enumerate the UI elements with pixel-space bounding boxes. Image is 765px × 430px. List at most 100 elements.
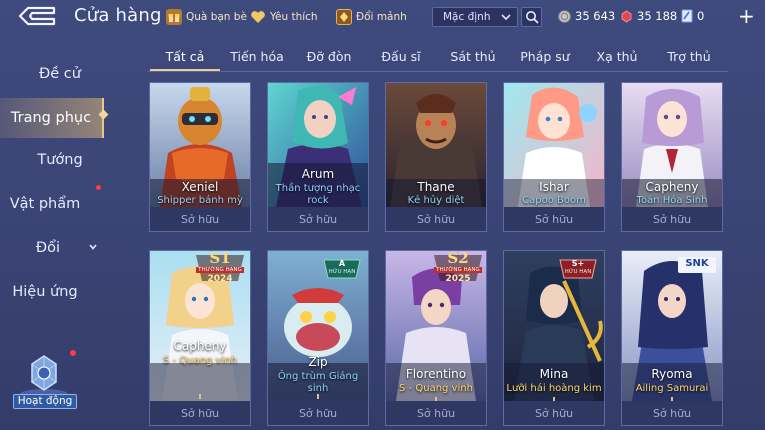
tab-support[interactable]: Trợ thủ	[656, 42, 722, 70]
owned-status: Sở hữu	[150, 207, 250, 231]
back-button[interactable]	[16, 5, 58, 27]
notification-dot	[96, 185, 101, 190]
hero-name: Capheny	[645, 180, 699, 194]
skin-name: Lưỡi hái hoàng kim	[506, 383, 602, 394]
tab-assassin[interactable]: Sát thủ	[440, 42, 506, 70]
sidebar-item-items[interactable]: Vật phẩm	[0, 185, 101, 222]
sidebar-item-label: Trang phục	[10, 110, 92, 126]
badge-title: A	[338, 259, 346, 268]
skin-name: Capoo Boom	[522, 195, 586, 206]
skin-card[interactable]: S2 THƯỜNG HẠNG 2025 Florentino S - Quang…	[385, 250, 487, 426]
exchange-label: Đổi mảnh	[356, 11, 407, 23]
sidebar-item-label: Đổi	[35, 240, 61, 256]
tabs-divider	[148, 71, 728, 72]
chevron-down-icon	[89, 244, 97, 250]
tab-marksman[interactable]: Xạ thủ	[584, 42, 650, 70]
sidebar-item-label: Đề cử	[39, 66, 81, 82]
back-arrow-icon	[18, 6, 56, 26]
badge-title: S1	[209, 250, 231, 267]
collab-badge: SNK	[678, 257, 716, 273]
owned-status: Sở hữu	[386, 401, 486, 425]
skin-name: Kẻ hủy diệt	[407, 195, 465, 206]
skin-card[interactable]: Capheny Toán Hóa Sinh Sở hữu	[621, 82, 723, 232]
gift-icon	[166, 9, 182, 25]
owned-status: Sở hữu	[622, 207, 722, 231]
top-bar: Cửa hàng Quà bạn bè Yêu thích Đổi mảnh M…	[0, 0, 765, 34]
season-rank-badge: S2 THƯỜNG HẠNG 2025	[430, 251, 486, 287]
active-tab-underline	[150, 69, 220, 71]
skin-card[interactable]: Arum Thần tượng nhạc rock Sở hữu	[267, 82, 369, 232]
gold-amount: 35 643	[575, 9, 616, 23]
friend-gift-button[interactable]: Quà bạn bè	[166, 7, 247, 27]
ruby-amount: 35 188	[637, 9, 678, 23]
activity-label: Hoạt động	[13, 394, 77, 409]
sort-value: Mặc định	[443, 11, 491, 23]
skin-card[interactable]: S+ HỮU HẠN Mina Lưỡi hái hoàng kim Sở hữ…	[503, 250, 605, 426]
skin-card[interactable]: Thane Kẻ hủy diệt Sở hữu	[385, 82, 487, 232]
skin-name: Ông trùm Giáng sinh	[277, 371, 359, 394]
sidebar-item-recommended[interactable]: Đề cử	[0, 56, 120, 92]
limited-badge: S+ HỮU HẠN	[558, 257, 598, 281]
divider-tick	[199, 394, 201, 399]
page-title: Cửa hàng	[74, 5, 162, 26]
sidebar-item-exchange[interactable]: Đổi	[0, 230, 110, 266]
hero-name: Ryoma	[651, 367, 693, 381]
hero-name: Mina	[539, 367, 569, 381]
badge-subtitle: HỮU HẠN	[328, 269, 356, 275]
divider-tick	[317, 394, 319, 399]
hero-name: Arum	[301, 167, 335, 181]
badge-title: S2	[447, 250, 469, 267]
notification-dot	[70, 350, 76, 356]
owned-status: Sở hữu	[504, 207, 604, 231]
hero-name: Xeniel	[181, 180, 219, 194]
owned-status: Sở hữu	[504, 401, 604, 425]
badge-title: S+	[571, 259, 585, 268]
sort-dropdown[interactable]: Mặc định	[432, 7, 518, 27]
owned-status: Sở hữu	[268, 207, 368, 231]
tab-fighter[interactable]: Đấu sĩ	[368, 42, 434, 70]
skin-name: Shipper bánh mỳ	[157, 195, 243, 206]
sidebar-item-skins[interactable]: Trang phục	[0, 98, 104, 138]
activity-button[interactable]: Hoạt động	[10, 350, 80, 412]
ruby-icon	[621, 10, 632, 22]
activity-icon	[20, 355, 68, 399]
limited-badge: A HỮU HẠN	[322, 257, 362, 281]
badge-year: 2025	[445, 274, 471, 284]
skin-name: S - Quang vinh	[399, 383, 473, 394]
owned-status: Sở hữu	[268, 401, 368, 425]
favorites-label: Yêu thích	[270, 11, 318, 23]
badge-subtitle: HỮU HẠN	[564, 269, 592, 275]
hero-name: Ishar	[539, 180, 569, 194]
tab-evolution[interactable]: Tiến hóa	[224, 42, 290, 70]
category-tabs: Tất cả Tiến hóa Đỡ đòn Đấu sĩ Sát thủ Ph…	[148, 42, 728, 72]
badge-year: 2024	[207, 274, 233, 284]
heart-icon	[250, 9, 266, 25]
add-currency-button[interactable]: +	[738, 6, 755, 26]
skin-card[interactable]: Ishar Capoo Boom Sở hữu	[503, 82, 605, 232]
owned-status: Sở hữu	[622, 401, 722, 425]
season-rank-badge: S1 THƯỜNG HẠNG 2024	[192, 251, 248, 287]
voucher-amount: 0	[697, 9, 705, 23]
skin-card[interactable]: A HỮU HẠN Zip Ông trùm Giáng sinh Sở hữu	[267, 250, 369, 426]
skin-card[interactable]: S1 THƯỜNG HẠNG 2024 Capheny S - Quang vi…	[149, 250, 251, 426]
skin-card[interactable]: SNK Ryoma Ailing Samurai Sở hữu	[621, 250, 723, 426]
tab-mage[interactable]: Pháp sư	[510, 42, 580, 70]
search-icon	[525, 11, 539, 24]
friend-gift-label: Quà bạn bè	[186, 11, 247, 23]
favorites-button[interactable]: Yêu thích	[250, 7, 318, 27]
skin-name: Thần tượng nhạc rock	[275, 183, 361, 206]
exchange-button[interactable]: Đổi mảnh	[336, 7, 407, 27]
hero-name: Zip	[308, 355, 328, 369]
gold-coin-icon	[558, 9, 571, 23]
hero-name: Florentino	[405, 367, 467, 381]
skin-name: Toán Hóa Sinh	[636, 195, 708, 206]
tab-tank[interactable]: Đỡ đòn	[296, 42, 362, 70]
sidebar-item-effects[interactable]: Hiệu ứng	[0, 274, 90, 310]
skin-name: Ailing Samurai	[635, 383, 709, 394]
owned-status: Sở hữu	[386, 207, 486, 231]
sidebar-item-heroes[interactable]: Tướng	[0, 142, 120, 178]
search-button[interactable]	[521, 7, 542, 27]
hero-name: Thane	[417, 180, 455, 194]
skin-card[interactable]: Xeniel Shipper bánh mỳ Sở hữu	[149, 82, 251, 232]
tab-all[interactable]: Tất cả	[150, 42, 220, 70]
